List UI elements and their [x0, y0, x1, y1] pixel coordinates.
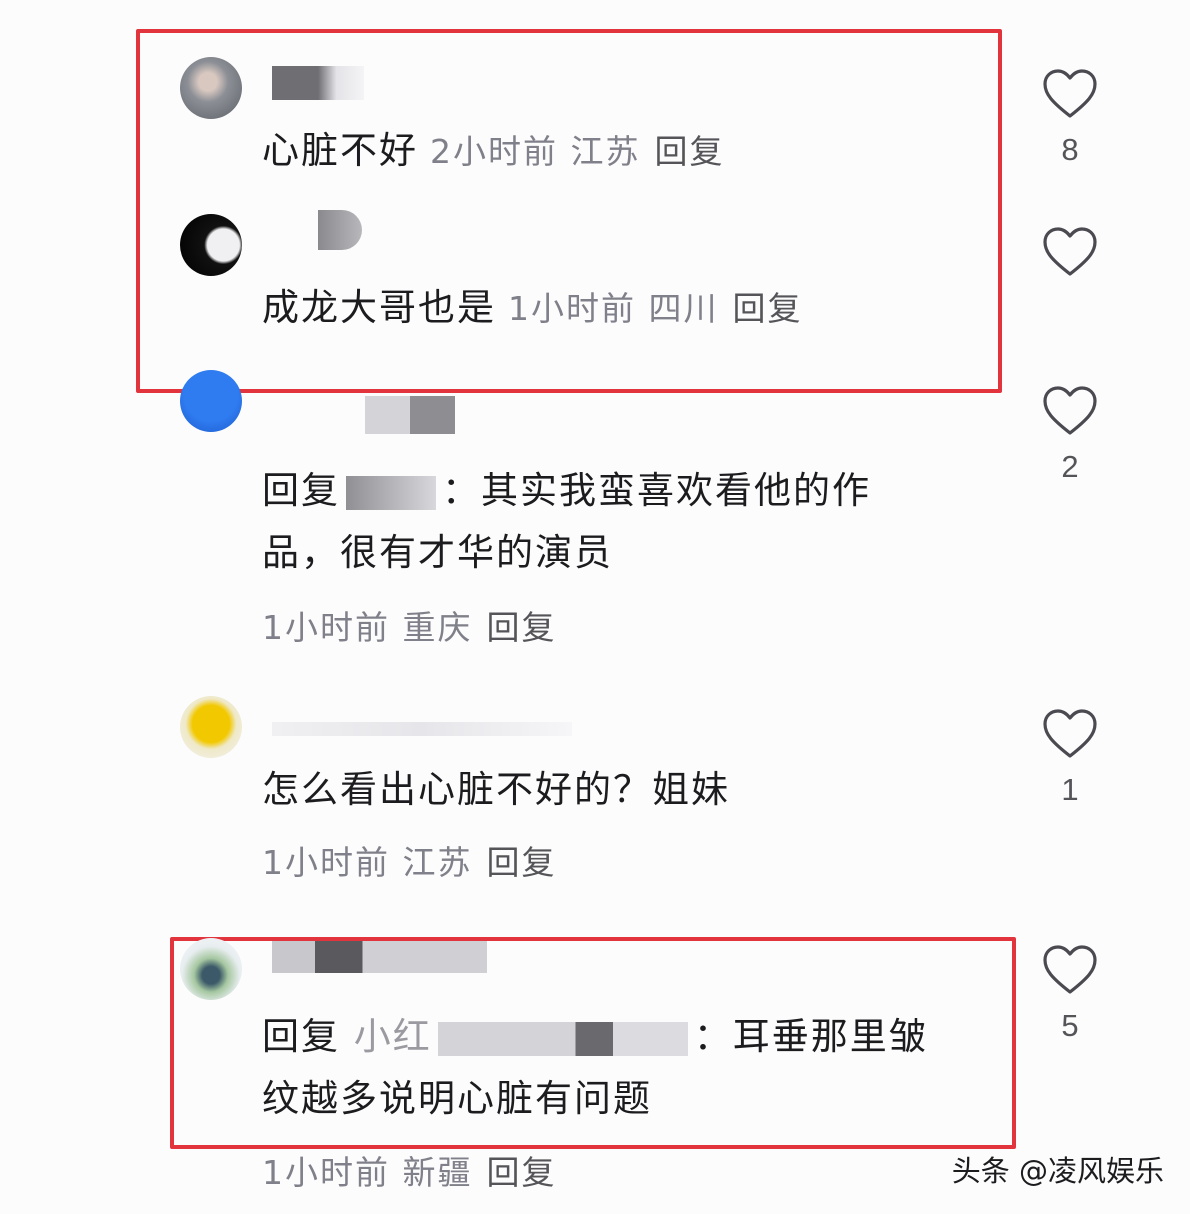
comment-text-line1: 回复 ：其实我蛮喜欢看他的作 [262, 469, 871, 512]
avatar[interactable] [180, 370, 242, 432]
reply-button[interactable]: 回复 [487, 608, 557, 647]
comment-meta: 1小时前 四川 回复 [508, 289, 803, 328]
comment-text-line2: 纹越多说明心脏有问题 [262, 1068, 652, 1130]
reply-button[interactable]: 回复 [733, 289, 803, 328]
username-blurred[interactable] [272, 722, 572, 736]
username-blurred[interactable] [272, 66, 364, 100]
like-count: 2 [1061, 449, 1079, 484]
comment-meta: 1小时前 重庆 回复 [262, 601, 557, 649]
comment-location: 江苏 [570, 132, 641, 171]
avatar[interactable] [180, 938, 242, 1000]
comment-text-line2: 品，很有才华的演员 [262, 522, 613, 584]
comment-meta: 2小时前 江苏 回复 [430, 132, 725, 171]
heart-outline-icon [1043, 386, 1097, 435]
reply-target[interactable]: 小红 [354, 1015, 432, 1058]
comment-text: 心脏不好 2小时前 江苏 回复 [262, 120, 725, 183]
reply-prefix: 回复 [262, 469, 340, 512]
like-count: 8 [1061, 132, 1079, 167]
comment-body-line1: 其实我蛮喜欢看他的作 [481, 469, 871, 512]
reply-button[interactable]: 回复 [487, 843, 557, 882]
like-count: 5 [1061, 1008, 1079, 1043]
heart-outline-icon [1043, 69, 1097, 118]
comment-location: 重庆 [402, 608, 473, 647]
avatar[interactable] [180, 57, 242, 119]
comment-body: 成龙大哥也是 [262, 286, 496, 329]
comment-meta: 1小时前 新疆 回复 [262, 1146, 557, 1194]
username-blurred[interactable] [272, 941, 487, 973]
reply-button[interactable]: 回复 [487, 1153, 557, 1192]
avatar[interactable] [180, 696, 242, 758]
comment-text: 怎么看出心脏不好的？姐妹 [262, 759, 730, 821]
comment-text: 成龙大哥也是 1小时前 四川 回复 [262, 277, 803, 340]
username-blurred[interactable] [318, 210, 362, 250]
comment-body: 心脏不好 [262, 129, 418, 172]
heart-outline-icon [1043, 709, 1097, 758]
comment-time: 1小时前 [262, 608, 390, 647]
like-count: 1 [1061, 772, 1079, 807]
reply-target-blurred[interactable] [346, 475, 436, 510]
comment-time: 1小时前 [508, 289, 636, 328]
heart-outline-icon [1043, 227, 1097, 276]
comment-body-line1: 耳垂那里皱 [732, 1015, 928, 1058]
comment-location: 江苏 [402, 843, 473, 882]
like-button[interactable]: 2 [1038, 385, 1102, 485]
like-button[interactable] [1038, 226, 1102, 278]
comment-body-line2: 品，很有才华的演员 [262, 531, 613, 574]
reply-target-blurred[interactable] [437, 1021, 688, 1056]
like-button[interactable]: 1 [1038, 708, 1102, 808]
comment-time: 1小时前 [262, 1153, 390, 1192]
watermark: 头条 @凌风娱乐 [951, 1154, 1164, 1188]
reply-prefix: 回复 [262, 1015, 340, 1058]
comment-body-line2: 纹越多说明心脏有问题 [262, 1077, 652, 1120]
comment-meta: 1小时前 江苏 回复 [262, 836, 557, 884]
like-button[interactable]: 5 [1038, 944, 1102, 1044]
comment-location: 新疆 [402, 1153, 473, 1192]
comment-location: 四川 [648, 289, 719, 328]
like-button[interactable]: 8 [1038, 68, 1102, 168]
comment-time: 1小时前 [262, 843, 390, 882]
heart-outline-icon [1043, 945, 1097, 994]
reply-button[interactable]: 回复 [655, 132, 725, 171]
comment-time: 2小时前 [430, 132, 558, 171]
username-blurred[interactable] [365, 396, 455, 434]
avatar[interactable] [180, 214, 242, 276]
comment-body: 怎么看出心脏不好的？姐妹 [262, 768, 730, 811]
comment-text-line1: 回复 小红 ：耳垂那里皱 [262, 1015, 928, 1058]
